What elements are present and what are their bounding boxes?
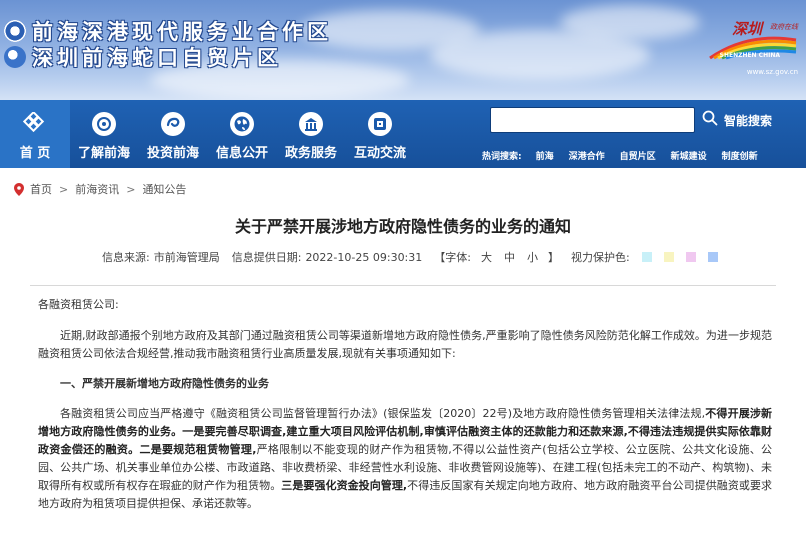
section-heading-1: 一、严禁开展新增地方政府隐性债务的业务 — [60, 377, 269, 390]
vision-protect-label: 视力保护色: — [570, 251, 630, 264]
article-meta: 信息来源: 市前海管理局 信息提供日期: 2022-10-25 09:30:31… — [102, 249, 730, 265]
search-input[interactable] — [491, 108, 694, 132]
nav-label-invest: 投资前海 — [146, 146, 199, 161]
nav-item-info[interactable]: 信息公开 — [214, 100, 270, 168]
paragraph-intro: 近期,财政部通报个别地方政府及其部门通过融资租赁公司等渠道新增地方政府隐性债务,… — [38, 329, 772, 360]
hotwords-bar: 热词搜索: 前海 深港合作 自贸片区 新城建设 制度创新 — [482, 148, 773, 162]
nav-item-services[interactable]: 政务服务 — [283, 100, 339, 168]
breadcrumb: 首页 > 前海资讯 > 通知公告 — [14, 181, 186, 197]
source-label: 信息来源: — [102, 251, 150, 264]
ftz-emblem-icon — [4, 46, 26, 68]
article-title: 关于严禁开展涉地方政府隐性债务的业务的通知 — [234, 217, 571, 236]
nav-label-home: 首 页 — [19, 146, 51, 161]
site-title-secondary[interactable]: 深圳前海蛇口自贸片区 — [4, 44, 282, 70]
emphasis-run: 三是要强化资金投向管理, — [281, 479, 408, 492]
font-size-large-button[interactable]: 大 — [481, 249, 492, 265]
site-title-secondary-text: 深圳前海蛇口自贸片区 — [32, 45, 282, 70]
breadcrumb-notices[interactable]: 通知公告 — [142, 181, 186, 197]
breadcrumb-separator: > — [59, 182, 69, 196]
emblem-icon — [92, 112, 116, 136]
shenzhen-gov-logo[interactable]: 深圳 政府在线 SHENZHEN CHINA www.sz.gov.cn — [702, 18, 798, 78]
spiral-icon — [161, 112, 185, 136]
nav-label-interact: 互动交流 — [353, 146, 406, 161]
nav-label-services: 政务服务 — [284, 146, 337, 161]
hotword-link[interactable]: 深港合作 — [569, 149, 605, 162]
smart-search-label: 智能搜索 — [724, 113, 773, 128]
location-pin-icon — [14, 182, 24, 196]
hotword-link[interactable]: 自贸片区 — [620, 149, 656, 162]
logo-url-text: www.sz.gov.cn — [746, 68, 798, 76]
logo-calligraphy: 深圳 — [731, 20, 762, 38]
hotwords-title: 热词搜索: — [482, 151, 522, 162]
font-size-label: 【字体: — [434, 251, 471, 264]
paragraph-requirements: 各融资租赁公司应当严格遵守《融资租赁公司监督管理暂行办法》(银保监发〔2020〕… — [38, 405, 772, 513]
nav-label-info: 信息公开 — [215, 146, 268, 161]
chat-icon — [368, 112, 392, 136]
nav-item-invest[interactable]: 投资前海 — [145, 100, 201, 168]
nav-item-home[interactable]: 首 页 — [0, 100, 70, 168]
cloud-decoration — [560, 5, 700, 40]
grid-diamond-icon — [23, 112, 47, 136]
font-size-bracket: 】 — [547, 251, 559, 264]
nav-item-about[interactable]: 了解前海 — [76, 100, 132, 168]
vision-color-cyan[interactable] — [641, 252, 652, 262]
hotword-link[interactable]: 前海 — [536, 149, 554, 162]
search-field[interactable] — [490, 107, 695, 133]
search-icon — [702, 110, 718, 130]
qianhai-emblem-icon — [4, 20, 26, 42]
font-size-medium-button[interactable]: 中 — [504, 249, 515, 265]
date-value: 2022-10-25 09:30:31 — [305, 250, 423, 264]
emphasis-run: 二是要规范租赁物管理, — [139, 443, 257, 456]
header-divider — [30, 285, 776, 286]
text-run: 各融资租赁公司应当严格遵守《融资租赁公司监督管理暂行办法》(银保监发〔2020〕… — [60, 407, 706, 420]
hotword-link[interactable]: 新城建设 — [671, 149, 707, 162]
article-body: 各融资租赁公司: 近期,财政部通报个别地方政府及其部门通过融资租赁公司等渠道新增… — [38, 296, 772, 525]
building-icon — [299, 112, 323, 136]
vision-color-blue[interactable] — [707, 252, 718, 262]
logo-brand-text: SHENZHEN CHINA — [719, 52, 780, 59]
logo-gov-text: 政府在线 — [770, 23, 798, 31]
hotword-link[interactable]: 制度创新 — [722, 149, 758, 162]
date-label: 信息提供日期: — [231, 251, 302, 264]
smart-search-button[interactable]: 智能搜索 — [702, 108, 772, 132]
breadcrumb-news[interactable]: 前海资讯 — [75, 181, 119, 197]
breadcrumb-separator: > — [126, 182, 136, 196]
vision-color-pink[interactable] — [685, 252, 696, 262]
source-value: 市前海管理局 — [153, 251, 220, 264]
nav-label-about: 了解前海 — [77, 146, 130, 161]
site-banner: 前海深港现代服务业合作区 深圳前海蛇口自贸片区 深圳 政府在线 SHENZHEN… — [0, 0, 806, 100]
site-title-primary[interactable]: 前海深港现代服务业合作区 — [4, 18, 332, 44]
vision-color-yellow[interactable] — [663, 252, 674, 262]
font-size-small-button[interactable]: 小 — [527, 249, 538, 265]
globe-icon — [230, 112, 254, 136]
salutation: 各融资租赁公司: — [38, 298, 119, 311]
breadcrumb-home[interactable]: 首页 — [30, 181, 52, 197]
nav-item-interact[interactable]: 互动交流 — [352, 100, 408, 168]
